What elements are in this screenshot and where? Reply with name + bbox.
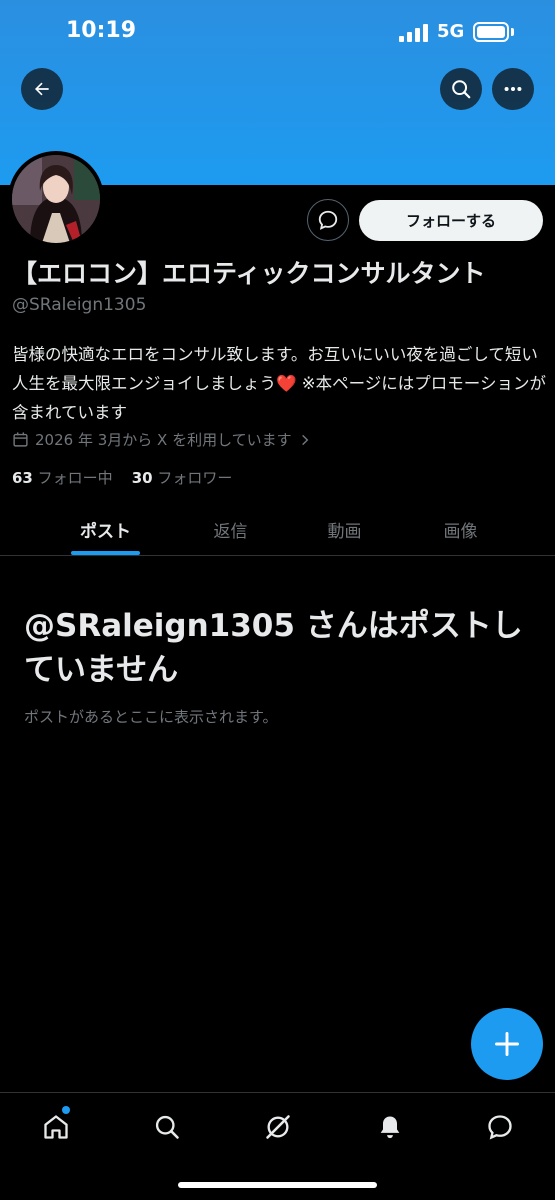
signal-icon [399,24,429,42]
more-button[interactable] [492,68,534,110]
more-horizontal-icon [504,86,522,92]
message-button[interactable] [307,199,349,241]
nav-grok[interactable] [258,1107,298,1147]
back-button[interactable] [21,68,63,110]
calendar-icon [13,432,28,447]
search-icon [155,1115,179,1139]
avatar-photo [12,155,100,243]
follow-button[interactable]: フォローする [359,200,543,241]
compose-button[interactable] [471,1008,543,1080]
notification-dot [62,1106,70,1114]
home-icon [44,1115,68,1139]
chevron-right-icon [301,434,308,445]
empty-state-subtitle: ポストがあるとここに表示されます。 [24,708,278,726]
arrow-left-icon [35,82,49,96]
followers-link[interactable]: 30 フォロワー [132,469,233,487]
tab-videos[interactable]: 動画 [287,502,402,556]
profile-tabs: ポスト 返信 動画 画像 [0,502,555,556]
search-button[interactable] [440,68,482,110]
joined-text: 2026 年 3月から X を利用しています [35,431,292,449]
followers-count: 30 [131,469,153,487]
following-link[interactable]: 63 フォロー中 [12,469,113,487]
status-time: 10:19 [66,18,137,43]
avatar[interactable] [8,151,104,247]
joined-date[interactable]: 2026 年 3月から X を利用しています [12,429,312,450]
notifications-icon [380,1116,400,1139]
nav-messages[interactable] [480,1107,520,1147]
tab-replies[interactable]: 返信 [173,502,288,556]
handle: @SRaleign1305 [12,295,147,315]
battery-icon [473,22,509,42]
search-icon [452,80,471,99]
active-tab-indicator [71,551,140,555]
messages-icon [488,1115,512,1140]
network-type: 5G [437,21,465,42]
tab-posts[interactable]: ポスト [48,502,163,556]
status-bar: 10:19 5G [0,0,555,66]
tab-images[interactable]: 画像 [403,502,518,556]
home-indicator [178,1182,377,1188]
follow-stats: 63 フォロー中 30 フォロワー [12,467,232,488]
bio: 皆様の快適なエロをコンサル致します。お互いにいい夜を過ごして短い人生を最大限エン… [12,345,546,422]
nav-home[interactable] [36,1107,76,1147]
message-bubble-icon [318,210,338,230]
plus-icon [495,1032,519,1056]
following-count: 63 [12,469,33,487]
followers-label: フォロワー [157,469,233,487]
nav-notifications[interactable] [370,1107,410,1147]
empty-state-title: @SRaleign1305 さんはポストしていません [24,608,523,688]
nav-search[interactable] [147,1107,187,1147]
display-name: 【エロコン】エロティックコンサルタント [12,259,486,288]
grok-icon [266,1115,290,1139]
following-label: フォロー中 [37,469,113,487]
